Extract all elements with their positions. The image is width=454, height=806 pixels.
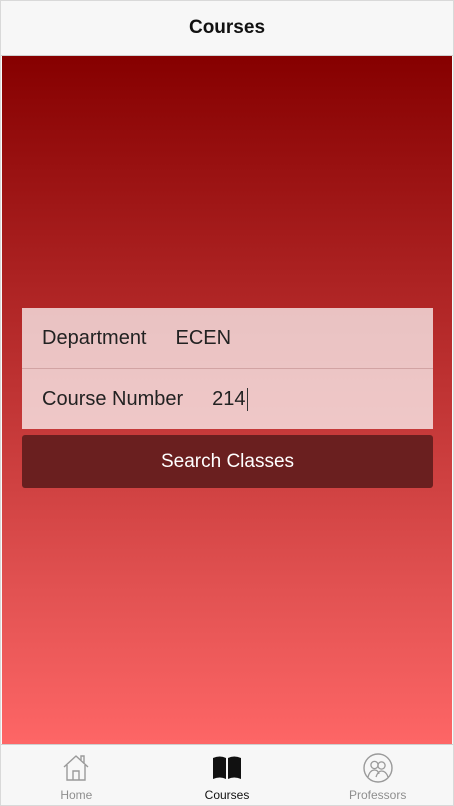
tab-home-label: Home xyxy=(60,788,93,802)
department-field[interactable]: ECEN xyxy=(176,327,316,350)
courses-content: Department ECEN Course Number 214 Search… xyxy=(2,56,452,744)
course-number-row[interactable]: Course Number 214 xyxy=(22,368,433,429)
professors-icon xyxy=(362,752,394,784)
tab-professors-label: Professors xyxy=(349,788,407,802)
course-number-label: Course Number xyxy=(42,387,184,410)
search-classes-button[interactable]: Search Classes xyxy=(22,435,433,488)
course-number-field[interactable]: 214 xyxy=(212,387,248,411)
tab-bar: Home Courses Professors xyxy=(1,744,453,805)
tab-professors[interactable]: Professors xyxy=(302,745,453,805)
tab-home[interactable]: Home xyxy=(1,745,152,805)
book-icon xyxy=(211,752,243,784)
home-icon xyxy=(60,752,92,784)
department-row[interactable]: Department ECEN xyxy=(22,308,433,368)
page-title: Courses xyxy=(188,17,266,38)
tab-courses[interactable]: Courses xyxy=(152,745,303,805)
tab-courses-label: Courses xyxy=(204,788,250,802)
search-form: Department ECEN Course Number 214 xyxy=(22,308,433,429)
department-label: Department xyxy=(42,326,147,349)
app-frame: Courses Department ECEN Course Number 21… xyxy=(0,0,454,806)
navigation-bar: Courses xyxy=(1,1,453,56)
